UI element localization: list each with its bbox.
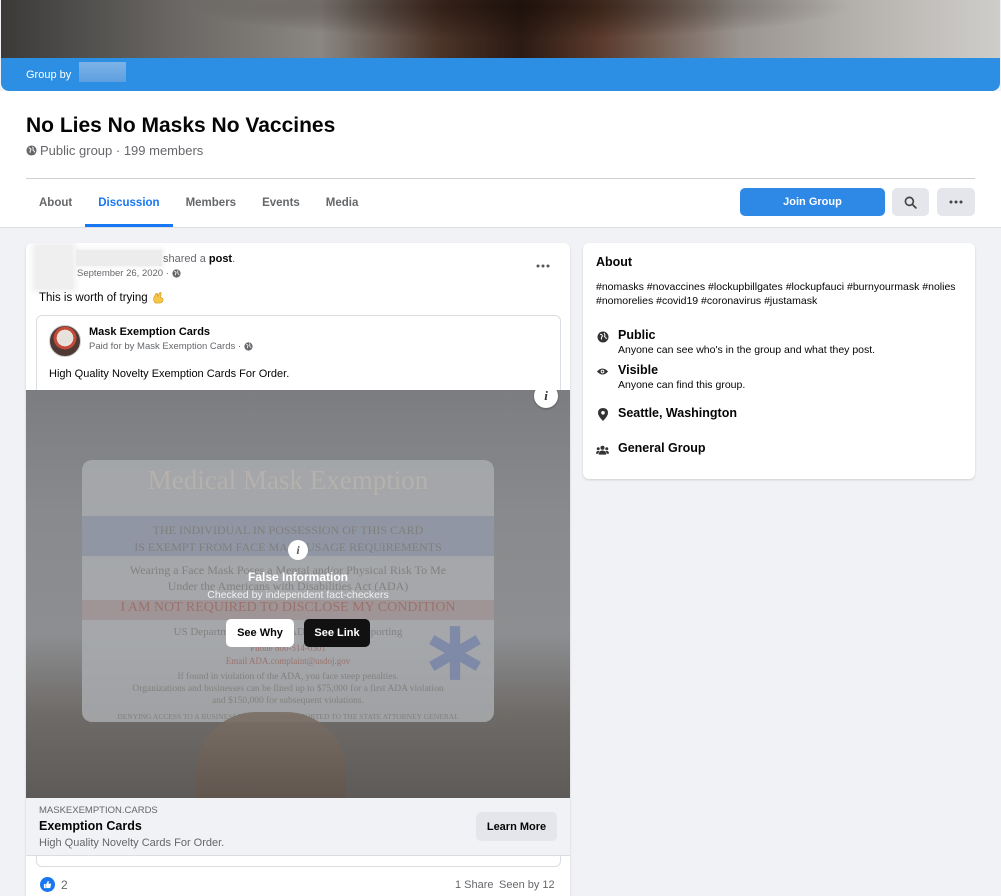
seen-by-count[interactable]: Seen by 12 [499,879,555,891]
share-count[interactable]: 1 Share [455,879,494,891]
shared-a-post-text: shared a post. [163,253,235,265]
visibility-description: Anyone can find this group. [618,379,746,391]
location-pin-icon [597,408,608,421]
cover-group-by-bar: Group by [1,58,1000,91]
more-dots-icon [536,264,550,268]
card-image-line: Organizations and businesses can be fine… [132,684,444,694]
post-more-button[interactable] [533,258,553,274]
globe-icon [172,269,181,278]
location-row: Seattle, Washington [596,406,737,421]
privacy-description: Anyone can see who's in the group and wh… [618,344,876,356]
link-preview[interactable]: MASKEXEMPTION.CARDS Exemption Cards High… [26,798,570,856]
post-body: This is worth of trying [39,292,165,304]
thumbs-up-icon [43,880,52,889]
paid-for-label: Paid for by Mask Exemption Cards · [89,341,253,352]
fact-check-media[interactable]: Medical Mask Exemption THE INDIVIDUAL IN… [26,390,570,798]
crossed-fingers-emoji-icon [152,292,164,304]
link-title: Exemption Cards [39,819,142,833]
fact-check-subtitle: Checked by independent fact-checkers [207,589,389,601]
post-timestamp: September 26, 2020 · [77,268,181,279]
info-icon: i [288,540,308,560]
card-image-line: and $150,000 for subsequent violations. [212,696,364,706]
about-hashtags: #nomasks #novaccines #lockupbillgates #l… [596,281,956,307]
see-link-button[interactable]: See Link [304,619,370,647]
group-header: No Lies No Masks No Vaccines Public grou… [0,91,1001,228]
group-tabs: About Discussion Members Events Media [26,179,371,227]
tab-members[interactable]: Members [173,179,250,227]
card-image-title: Medical Mask Exemption [147,465,429,495]
cover-image [1,0,1000,58]
tab-events[interactable]: Events [249,179,313,227]
more-options-button[interactable] [937,188,975,216]
thumb-holding-card [196,712,346,798]
location-text[interactable]: Seattle, Washington [618,406,737,420]
join-group-button[interactable]: Join Group [740,188,885,216]
group-privacy-members: Public group · 199 members [40,143,204,158]
feed-post: shared a post. September 26, 2020 · This… [26,243,570,896]
globe-icon [244,342,253,351]
visibility-title: Visible [618,363,659,377]
shared-object-link[interactable]: post [209,253,232,265]
about-card: About #nomasks #novaccines #lockupbillga… [583,243,975,479]
page-title: No Lies No Masks No Vaccines [26,114,336,137]
paid-for-text: Paid for by Mask Exemption Cards · [89,341,242,352]
privacy-title: Public [618,328,656,342]
post-date[interactable]: September 26, 2020 · [77,268,169,279]
tab-about[interactable]: About [26,179,85,227]
search-button[interactable] [892,188,929,216]
like-reaction-icon[interactable] [40,877,55,892]
advertiser-name[interactable]: Mask Exemption Cards [89,326,210,338]
eye-icon [596,368,609,375]
false-information-title: False Information [247,570,348,584]
group-by-label: Group by [26,69,72,81]
globe-icon [597,331,608,342]
privacy-row: Public Anyone can see who's in the group… [596,328,875,356]
group-owner-redacted [79,62,126,82]
see-why-button[interactable]: See Why [226,619,294,647]
shared-prefix: shared a [163,253,206,265]
like-count[interactable]: 2 [61,878,68,892]
post-text: This is worth of trying [39,292,148,304]
group-meta: Public group · 199 members [26,143,203,158]
tab-discussion[interactable]: Discussion [85,179,173,227]
group-type-text: General Group [618,441,706,455]
tab-media[interactable]: Media [313,179,372,227]
shared-suffix: . [232,253,236,265]
people-icon [596,445,609,455]
post-engagement-bar: 2 1 Share Seen by 12 [26,875,570,895]
card-image-line: I AM NOT REQUIRED TO DISCLOSE MY CONDITI… [120,600,456,615]
learn-more-button[interactable]: Learn More [476,812,557,841]
link-description: High Quality Novelty Cards For Order. [39,837,225,849]
link-domain: MASKEXEMPTION.CARDS [39,805,158,816]
visibility-row: Visible Anyone can find this group. [596,363,745,391]
globe-icon [26,145,37,156]
about-heading: About [596,255,633,269]
poster-avatar-redacted[interactable] [35,245,73,289]
card-image-line: THE INDIVIDUAL IN POSSESSION OF THIS CAR… [152,523,424,537]
cover-photo: Group by [1,0,1000,91]
info-icon[interactable]: i [534,390,558,408]
group-type-row: General Group [596,441,706,456]
search-icon [904,196,917,209]
star-of-life-icon [429,626,481,680]
poster-name-redacted[interactable] [76,250,162,266]
ad-text: High Quality Novelty Exemption Cards For… [49,368,290,380]
advertiser-avatar[interactable] [49,325,81,357]
more-dots-icon [949,200,963,204]
